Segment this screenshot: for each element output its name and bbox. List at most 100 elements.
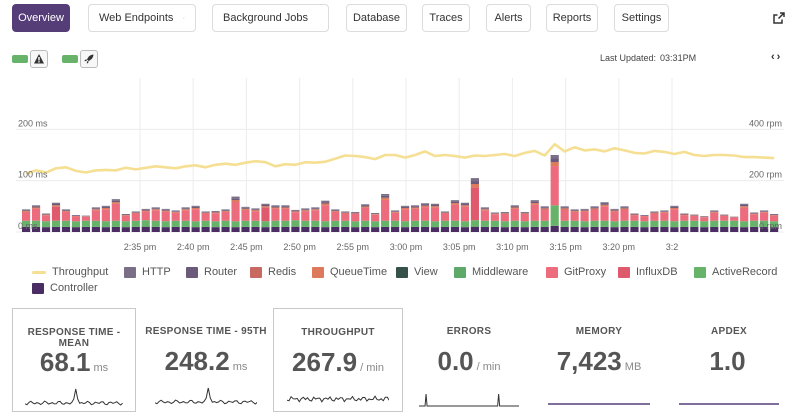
stacked-bar[interactable]: [341, 211, 350, 232]
stacked-bar[interactable]: [111, 199, 120, 232]
stacked-bar[interactable]: [231, 196, 240, 232]
stacked-bar[interactable]: [121, 214, 130, 232]
legend-item-redis[interactable]: Redis: [250, 266, 296, 278]
stacked-bar[interactable]: [720, 214, 729, 232]
stacked-bar[interactable]: [361, 204, 370, 232]
legend-item-activerecord[interactable]: ActiveRecord: [694, 266, 777, 278]
stacked-bar[interactable]: [700, 216, 709, 232]
stacked-bar[interactable]: [620, 206, 629, 232]
stacked-bar[interactable]: [420, 203, 430, 232]
stacked-bar[interactable]: [151, 207, 160, 232]
stat-card-errors[interactable]: ERRORS 0.0/ min: [406, 308, 532, 412]
next-period-button[interactable]: ›: [777, 51, 781, 63]
stacked-bar[interactable]: [101, 205, 110, 232]
stacked-bar[interactable]: [261, 203, 270, 232]
tab-settings[interactable]: Settings: [614, 4, 669, 32]
stacked-bar[interactable]: [61, 209, 71, 232]
stacked-bar[interactable]: [191, 205, 200, 232]
legend-item-influxdb[interactable]: InfluxDB: [618, 266, 678, 278]
stacked-bar[interactable]: [391, 210, 400, 232]
legend-item-view[interactable]: View: [396, 266, 438, 278]
response-time-chart[interactable]: 2:35 pm 2:40 pm 2:45 pm 2:50 pm 2:55 pm 3:00 …: [0, 72, 800, 262]
stacked-bar[interactable]: [600, 202, 609, 232]
stacked-bar[interactable]: [321, 200, 330, 232]
stacked-bar[interactable]: [550, 155, 559, 232]
stacked-bar[interactable]: [750, 212, 759, 232]
legend-item-controller[interactable]: Controller: [32, 282, 98, 294]
stacked-bar[interactable]: [670, 205, 679, 232]
tab-database[interactable]: Database: [346, 4, 407, 32]
stacked-bar[interactable]: [241, 206, 250, 232]
tab-web-endpoints[interactable]: Web Endpoints: [88, 4, 196, 32]
stacked-bar[interactable]: [251, 208, 260, 232]
stacked-bar[interactable]: [510, 205, 519, 232]
tab-reports[interactable]: Reports: [546, 4, 598, 32]
tab-background-jobs[interactable]: Background Jobs: [212, 4, 329, 32]
stacked-bar[interactable]: [570, 209, 579, 232]
stacked-bar[interactable]: [470, 178, 479, 232]
stacked-bar[interactable]: [440, 211, 450, 232]
stacked-bar[interactable]: [610, 208, 619, 232]
stacked-bar[interactable]: [81, 215, 91, 232]
stacked-bar[interactable]: [560, 206, 569, 232]
stacked-bar[interactable]: [181, 207, 190, 232]
stacked-bar[interactable]: [690, 214, 699, 232]
stacked-bar[interactable]: [211, 210, 220, 232]
stacked-bar[interactable]: [630, 213, 639, 232]
stacked-bar[interactable]: [540, 206, 549, 232]
prev-period-button[interactable]: ‹: [771, 51, 775, 63]
stacked-bar[interactable]: [740, 203, 749, 232]
stacked-bar[interactable]: [311, 207, 320, 232]
stat-card-response-mean[interactable]: RESPONSE TIME - MEAN 68.1 ms: [12, 308, 136, 412]
stacked-bar[interactable]: [460, 202, 470, 232]
stacked-bar[interactable]: [680, 213, 689, 232]
stacked-bar[interactable]: [201, 211, 210, 232]
stat-card-apdex[interactable]: APDEX 1.0: [666, 308, 792, 412]
legend-item-throughput[interactable]: Throughput: [32, 266, 108, 278]
stacked-bar[interactable]: [530, 200, 539, 232]
tab-traces[interactable]: Traces: [422, 4, 470, 32]
toggle-switch[interactable]: [12, 55, 28, 63]
stacked-bar[interactable]: [660, 210, 669, 232]
legend-item-gitproxy[interactable]: GitProxy: [546, 266, 606, 278]
stacked-bar[interactable]: [650, 211, 659, 232]
stacked-bar[interactable]: [500, 211, 509, 232]
tab-alerts[interactable]: Alerts: [486, 4, 531, 32]
stacked-bar[interactable]: [710, 210, 719, 232]
legend-item-queuetime[interactable]: QueueTime: [312, 266, 387, 278]
stacked-bar[interactable]: [71, 215, 81, 232]
stacked-bar[interactable]: [51, 202, 61, 232]
stat-card-memory[interactable]: MEMORY 7,423 MB: [535, 308, 663, 412]
stacked-bar[interactable]: [131, 211, 140, 232]
stacked-bar[interactable]: [141, 208, 150, 232]
stacked-bar[interactable]: [331, 209, 340, 232]
stacked-bar[interactable]: [91, 207, 100, 232]
stat-card-response-95th[interactable]: RESPONSE TIME - 95TH 248.2 ms: [142, 308, 270, 412]
stacked-bar[interactable]: [371, 213, 380, 232]
stacked-bar[interactable]: [271, 205, 280, 232]
tab-overview[interactable]: Overview: [12, 4, 70, 32]
legend-item-router[interactable]: Router: [186, 266, 237, 278]
stacked-bar[interactable]: [291, 209, 300, 232]
toggle-switch[interactable]: [62, 55, 78, 63]
stacked-bar[interactable]: [171, 210, 180, 232]
external-link-icon[interactable]: [772, 11, 786, 25]
stacked-bar[interactable]: [580, 208, 589, 232]
stacked-bar[interactable]: [730, 216, 739, 232]
stacked-bar[interactable]: [410, 205, 420, 232]
stacked-bar[interactable]: [161, 208, 170, 232]
stacked-bar[interactable]: [520, 211, 529, 232]
stacked-bar[interactable]: [480, 207, 489, 232]
stacked-bar[interactable]: [401, 205, 410, 232]
stacked-bar[interactable]: [490, 212, 499, 232]
stacked-bar[interactable]: [221, 209, 230, 232]
stacked-bar[interactable]: [450, 200, 460, 232]
stat-card-throughput[interactable]: THROUGHPUT 267.9/ min: [273, 308, 403, 412]
stacked-bar[interactable]: [430, 203, 440, 232]
stacked-bar[interactable]: [640, 215, 649, 232]
stacked-bar[interactable]: [281, 205, 290, 232]
legend-item-middleware[interactable]: Middleware: [454, 266, 528, 278]
stacked-bar[interactable]: [381, 194, 390, 232]
stacked-bar[interactable]: [301, 208, 310, 232]
stacked-bar[interactable]: [351, 211, 360, 232]
